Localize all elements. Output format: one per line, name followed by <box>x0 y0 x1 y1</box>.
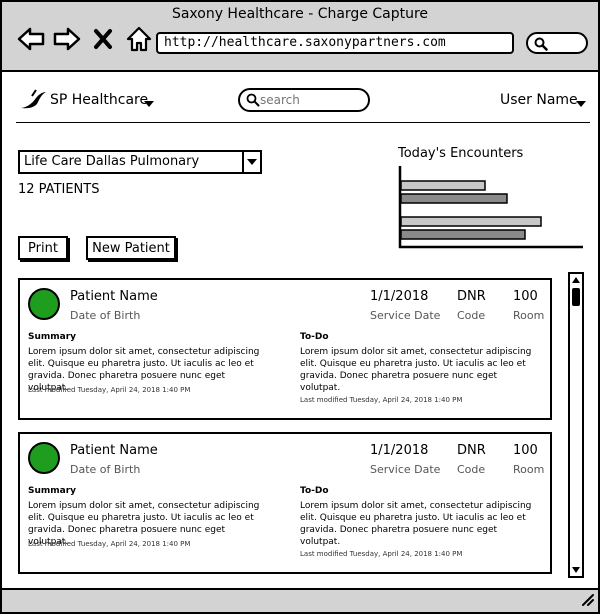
room: 100 <box>513 289 538 304</box>
summary-modified: Last modified Tuesday, April 24, 2018 1:… <box>28 540 191 548</box>
chart-bar <box>400 216 542 227</box>
todo-heading: To-Do <box>300 486 329 496</box>
patient-name[interactable]: Patient Name <box>70 443 158 458</box>
resize-grip-icon[interactable] <box>578 590 594 610</box>
summary-modified: Last modified Tuesday, April 24, 2018 1:… <box>28 386 191 394</box>
close-icon[interactable] <box>88 24 118 54</box>
summary-heading: Summary <box>28 332 77 342</box>
chevron-down-icon <box>247 159 257 165</box>
app-window: Saxony Healthcare - Charge Capture http:… <box>0 0 600 614</box>
service-date-label: Service Date <box>370 309 441 322</box>
home-icon[interactable] <box>124 24 154 54</box>
status-bar <box>2 588 598 612</box>
new-patient-button[interactable]: New Patient <box>86 236 176 260</box>
location-selected-value: Life Care Dallas Pulmonary <box>24 154 200 169</box>
search-input[interactable] <box>260 92 360 108</box>
header-divider <box>16 122 590 123</box>
status-indicator <box>28 288 60 320</box>
todo-modified: Last modified Tuesday, April 24, 2018 1:… <box>300 550 463 558</box>
search-icon <box>534 37 548 51</box>
code: DNR <box>457 289 486 304</box>
window-title: Saxony Healthcare - Charge Capture <box>171 6 429 22</box>
patient-card[interactable]: Patient Name Date of Birth 1/1/2018 Serv… <box>18 432 552 574</box>
code-label: Code <box>457 309 486 322</box>
chart-bar <box>400 229 526 240</box>
room-label: Room <box>513 463 545 476</box>
scroll-down-icon[interactable] <box>570 564 582 576</box>
location-dropdown-button[interactable] <box>242 152 260 172</box>
logo-icon <box>18 88 48 116</box>
todo-heading: To-Do <box>300 332 329 342</box>
code: DNR <box>457 443 486 458</box>
patient-count: 12 PATIENTS <box>18 182 100 197</box>
patient-card[interactable]: Patient Name Date of Birth 1/1/2018 Serv… <box>18 278 552 420</box>
browser-toolbar: Saxony Healthcare - Charge Capture http:… <box>2 2 598 72</box>
service-date-label: Service Date <box>370 463 441 476</box>
service-date: 1/1/2018 <box>370 443 429 458</box>
user-menu[interactable]: User Name <box>500 92 578 108</box>
url-input[interactable]: http://healthcare.saxonypartners.com <box>156 32 514 54</box>
patient-list-scrollbar[interactable] <box>568 272 584 578</box>
todo-text: Lorem ipsum dolor sit amet, consectetur … <box>300 347 532 393</box>
search-field[interactable] <box>238 88 370 112</box>
room: 100 <box>513 443 538 458</box>
todo-text: Lorem ipsum dolor sit amet, consectetur … <box>300 501 532 547</box>
encounters-chart <box>398 166 583 249</box>
nav-buttons <box>16 24 154 54</box>
search-icon <box>246 93 260 107</box>
user-dropdown-caret-icon[interactable] <box>575 94 587 113</box>
code-label: Code <box>457 463 486 476</box>
scroll-up-icon[interactable] <box>570 274 582 286</box>
app-header: SP Healthcare User Name <box>2 74 598 124</box>
brand-dropdown-caret-icon[interactable] <box>143 94 155 113</box>
print-button[interactable]: Print <box>18 236 68 260</box>
patient-name[interactable]: Patient Name <box>70 289 158 304</box>
browser-search-field[interactable] <box>526 32 588 54</box>
chart-bar <box>400 193 508 204</box>
service-date: 1/1/2018 <box>370 289 429 304</box>
date-of-birth-label: Date of Birth <box>70 463 141 476</box>
summary-heading: Summary <box>28 486 77 496</box>
forward-arrow-icon[interactable] <box>52 24 82 54</box>
brand-name[interactable]: SP Healthcare <box>50 92 148 108</box>
date-of-birth-label: Date of Birth <box>70 309 141 322</box>
room-label: Room <box>513 309 545 322</box>
back-arrow-icon[interactable] <box>16 24 46 54</box>
chart-bar <box>400 180 486 191</box>
location-select[interactable]: Life Care Dallas Pulmonary <box>18 150 262 174</box>
scrollbar-thumb[interactable] <box>572 288 580 306</box>
chart-title: Today's Encounters <box>398 146 524 161</box>
patient-list: Patient Name Date of Birth 1/1/2018 Serv… <box>18 278 554 578</box>
status-indicator <box>28 442 60 474</box>
todo-modified: Last modified Tuesday, April 24, 2018 1:… <box>300 396 463 404</box>
